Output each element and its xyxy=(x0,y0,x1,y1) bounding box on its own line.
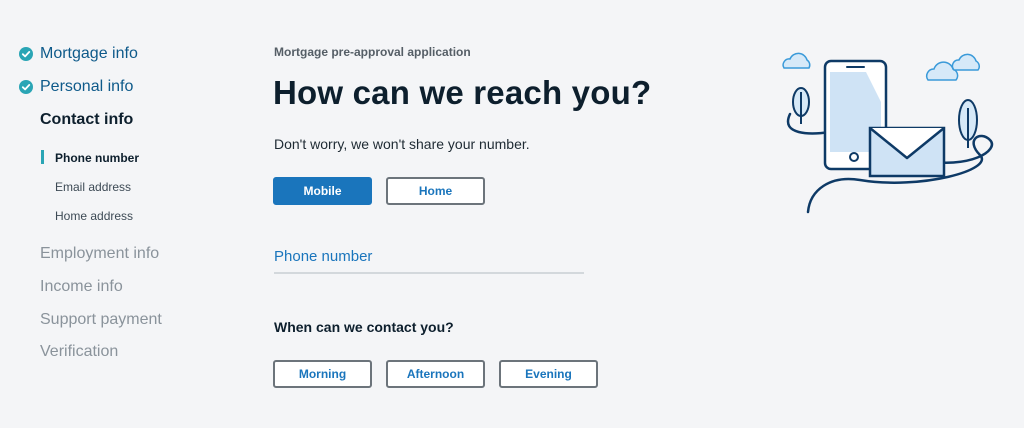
sidebar-step-contact-info[interactable]: Contact info xyxy=(40,110,133,130)
current-substep-indicator xyxy=(41,150,44,164)
sidebar-step-employment-info[interactable]: Employment info xyxy=(40,244,159,264)
page-title: How can we reach you? xyxy=(273,74,652,111)
phone-type-mobile-button[interactable]: Mobile xyxy=(273,177,372,205)
sidebar-step-mortgage-info[interactable]: Mortgage info xyxy=(19,44,138,64)
phone-type-home-button[interactable]: Home xyxy=(386,177,485,205)
sidebar-step-label: Mortgage info xyxy=(40,45,138,62)
phone-number-underline xyxy=(274,272,584,274)
phone-and-envelope-illustration xyxy=(782,52,993,214)
phone-number-input[interactable] xyxy=(274,244,584,272)
progress-sidebar: Mortgage info Personal info Contact info… xyxy=(0,0,240,428)
envelope-icon xyxy=(868,126,946,178)
sidebar-step-support-payment[interactable]: Support payment xyxy=(40,310,162,330)
sidebar-step-income-info[interactable]: Income info xyxy=(40,277,123,297)
page-subtitle: Don't worry, we won't share your number. xyxy=(274,136,530,152)
application-eyebrow: Mortgage pre-approval application xyxy=(274,45,471,59)
cloud-icon xyxy=(926,53,980,81)
sidebar-step-verification[interactable]: Verification xyxy=(40,342,118,362)
tree-icon xyxy=(792,87,810,124)
check-circle-icon xyxy=(19,47,33,61)
contact-time-evening-button[interactable]: Evening xyxy=(499,360,598,388)
sidebar-substep-phone-number[interactable]: Phone number xyxy=(55,150,139,166)
sidebar-step-personal-info[interactable]: Personal info xyxy=(19,77,134,97)
sidebar-step-label: Contact info xyxy=(40,111,134,128)
check-circle-icon xyxy=(19,80,33,94)
cloud-icon xyxy=(782,52,811,69)
sidebar-substep-home-address[interactable]: Home address xyxy=(55,208,133,224)
contact-time-morning-button[interactable]: Morning xyxy=(273,360,372,388)
contact-time-heading: When can we contact you? xyxy=(274,319,454,335)
sidebar-step-label: Personal info xyxy=(40,78,134,95)
sidebar-substep-email-address[interactable]: Email address xyxy=(55,179,131,195)
contact-time-afternoon-button[interactable]: Afternoon xyxy=(386,360,485,388)
